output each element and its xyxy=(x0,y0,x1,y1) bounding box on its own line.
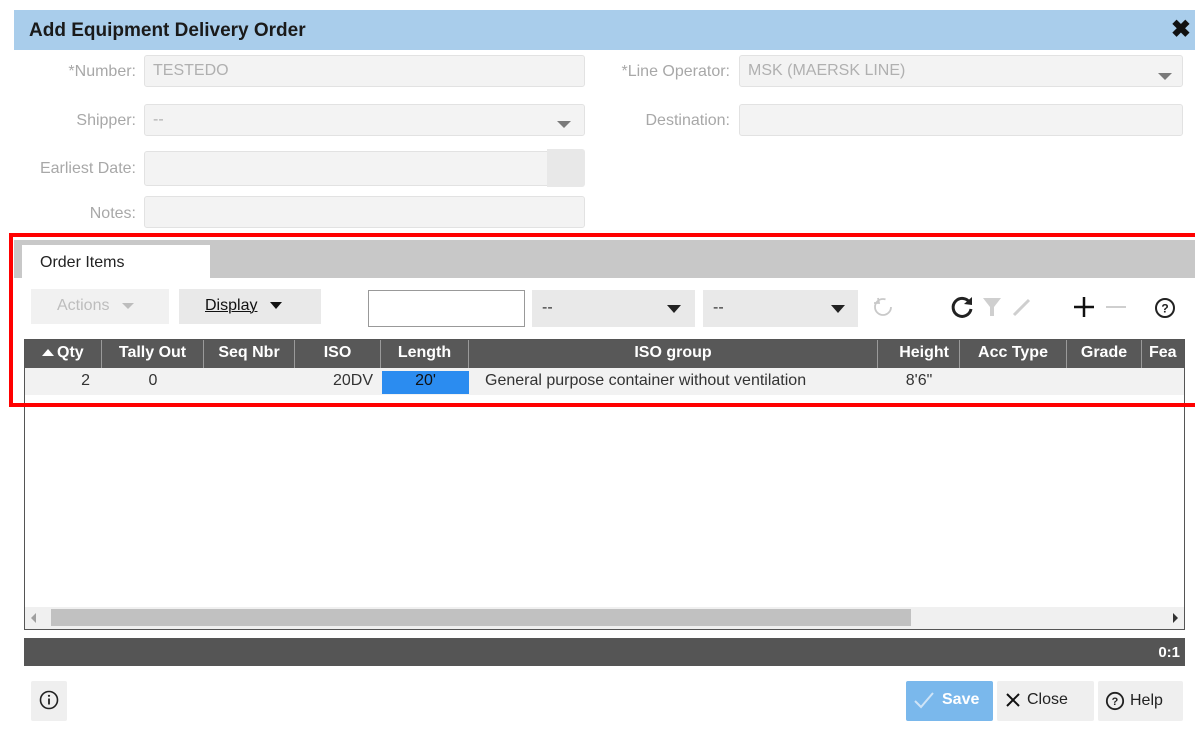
info-button[interactable] xyxy=(31,681,67,721)
cell-qty: 2 xyxy=(81,372,90,389)
refresh-icon[interactable] xyxy=(950,294,976,320)
chevron-down-icon xyxy=(831,305,845,313)
table-row[interactable]: 2 0 20DV 20' General purpose container w… xyxy=(25,368,1184,395)
destination-field[interactable] xyxy=(739,104,1183,136)
column-header-iso[interactable]: ISO xyxy=(295,340,381,368)
tab-strip: Order Items xyxy=(14,240,1195,278)
filter-icon[interactable] xyxy=(981,295,1003,319)
edit-icon[interactable] xyxy=(1010,295,1034,319)
actions-button[interactable]: Actions xyxy=(31,289,169,324)
filter-select-1-value: -- xyxy=(542,299,553,316)
column-header-iso-group[interactable]: ISO group xyxy=(469,340,878,368)
line-operator-label: *Line Operator: xyxy=(621,63,730,80)
horizontal-scrollbar[interactable] xyxy=(25,607,1184,629)
cell-acc-type xyxy=(960,368,1067,395)
display-button[interactable]: Display xyxy=(179,289,321,324)
shipper-label: Shipper: xyxy=(76,112,136,129)
date-picker-button[interactable] xyxy=(547,149,585,187)
filter-input[interactable] xyxy=(368,290,525,327)
chevron-down-icon xyxy=(269,302,282,310)
shipper-select[interactable]: -- xyxy=(144,104,585,136)
column-header-label: Qty xyxy=(57,344,84,361)
number-field[interactable]: TESTEDO xyxy=(144,55,585,87)
chevron-down-icon xyxy=(667,305,681,313)
chevron-down-icon[interactable] xyxy=(1158,73,1172,80)
actions-label: Actions xyxy=(57,297,110,314)
scrollbar-thumb[interactable] xyxy=(51,609,911,626)
chevron-down-icon[interactable] xyxy=(557,121,571,128)
remove-icon[interactable] xyxy=(1103,294,1129,320)
info-icon xyxy=(39,690,59,710)
cell-length[interactable]: 20' xyxy=(382,371,469,394)
display-label: Display xyxy=(205,297,258,314)
notes-label: Notes: xyxy=(89,205,136,222)
reset-icon[interactable] xyxy=(871,295,895,319)
svg-text:?: ? xyxy=(1112,696,1119,708)
help-label: Help xyxy=(1130,692,1163,710)
help-button[interactable]: ? Help xyxy=(1098,681,1183,721)
number-label: *Number: xyxy=(68,63,136,80)
column-header-acc-type[interactable]: Acc Type xyxy=(960,340,1067,368)
record-count: 0:1 xyxy=(1158,644,1180,661)
line-operator-value: MSK (MAERSK LINE) xyxy=(748,62,906,79)
chevron-down-icon xyxy=(121,302,134,309)
save-button[interactable]: Save xyxy=(906,681,993,721)
line-operator-select[interactable]: MSK (MAERSK LINE) xyxy=(739,55,1183,87)
save-label: Save xyxy=(942,691,980,709)
close-button[interactable]: Close xyxy=(997,681,1094,721)
checkmark-icon xyxy=(914,692,934,709)
cell-seq-nbr xyxy=(204,368,295,395)
scroll-right-icon[interactable] xyxy=(1173,613,1178,623)
column-header-length[interactable]: Length xyxy=(381,340,469,368)
close-icon xyxy=(1006,693,1020,707)
help-icon: ? xyxy=(1105,691,1125,711)
column-header-tally-out[interactable]: Tally Out xyxy=(102,340,204,368)
cell-height: 8'6" xyxy=(905,372,933,389)
column-header-fea[interactable]: Fea xyxy=(1142,340,1184,368)
column-header-height[interactable]: Height xyxy=(878,340,960,368)
sort-ascending-icon xyxy=(42,349,54,357)
add-icon[interactable] xyxy=(1071,294,1097,320)
destination-label: Destination: xyxy=(645,112,731,129)
svg-text:?: ? xyxy=(1161,302,1168,316)
notes-field[interactable] xyxy=(144,196,585,228)
dialog-title-bar: Add Equipment Delivery Order ✖ xyxy=(14,10,1195,50)
earliest-date-label: Earliest Date: xyxy=(39,160,136,177)
close-label: Close xyxy=(1027,691,1068,709)
dialog-title: Add Equipment Delivery Order xyxy=(29,20,306,41)
tab-order-items[interactable]: Order Items xyxy=(22,245,210,278)
filter-select-2-value: -- xyxy=(713,299,724,316)
scroll-left-icon[interactable] xyxy=(31,613,36,623)
order-items-grid: Qty Tally Out Seq Nbr ISO Length ISO gro… xyxy=(24,339,1185,630)
shipper-value: -- xyxy=(153,111,164,128)
cell-tally-out: 0 xyxy=(148,372,158,389)
close-icon[interactable]: ✖ xyxy=(1171,15,1191,44)
column-header-seq-nbr[interactable]: Seq Nbr xyxy=(204,340,295,368)
cell-grade xyxy=(1067,368,1142,395)
grid-header: Qty Tally Out Seq Nbr ISO Length ISO gro… xyxy=(25,340,1184,368)
grid-status-bar: 0:1 xyxy=(24,638,1185,666)
column-header-qty[interactable]: Qty xyxy=(25,340,102,368)
earliest-date-field[interactable] xyxy=(144,151,585,186)
help-icon[interactable]: ? xyxy=(1154,297,1176,319)
column-header-grade[interactable]: Grade xyxy=(1067,340,1142,368)
cell-iso-group: General purpose container without ventil… xyxy=(485,372,807,389)
cell-iso: 20DV xyxy=(332,372,373,389)
